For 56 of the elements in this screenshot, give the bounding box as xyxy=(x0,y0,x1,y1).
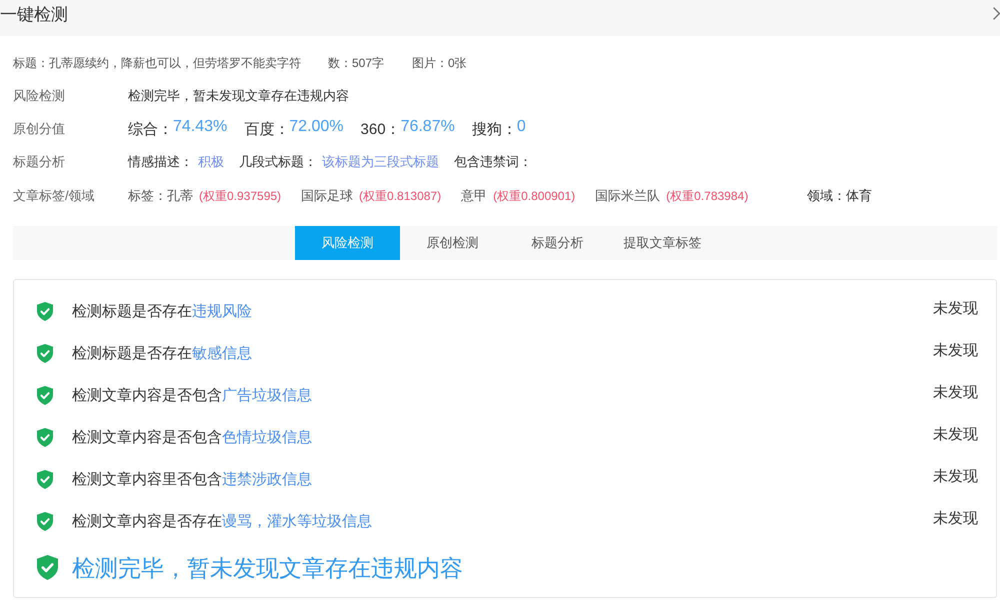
score-value: 76.87% xyxy=(400,118,455,136)
tab[interactable]: 原创检测 xyxy=(400,226,505,260)
tab[interactable]: 提取文章标签 xyxy=(610,226,715,260)
tag-weight: (权重0.800901) xyxy=(493,188,576,204)
tag-name: 孔蒂 xyxy=(167,187,193,205)
shield-check-icon xyxy=(37,470,53,488)
shield-check-icon xyxy=(37,512,53,530)
check-result: 未发现 xyxy=(933,298,978,318)
field-value: 该标题为三段式标题 xyxy=(322,153,439,171)
score-label: 百度： xyxy=(244,120,290,138)
check-item-text: 检测文章内容是否存在谩骂，灌水等垃圾信息 xyxy=(72,512,372,530)
row-label: 原创分值 xyxy=(13,120,66,138)
shield-check-icon xyxy=(37,386,53,404)
tag-name: 意甲 xyxy=(461,187,488,205)
tag-weight: (权重0.937595) xyxy=(199,188,282,204)
check-item-text: 检测文章内容是否包含广告垃圾信息 xyxy=(72,386,312,404)
check-result: 未发现 xyxy=(933,424,978,444)
conclusion-text: 检测完毕，暂未发现文章存在违规内容 xyxy=(72,554,463,582)
check-item-text: 检测标题是否存在敏感信息 xyxy=(72,344,252,362)
tab[interactable]: 标题分析 xyxy=(505,226,610,260)
dialog-title: 一键检测 xyxy=(0,4,68,26)
check-result: 未发现 xyxy=(933,382,978,402)
row-label: 文章标签/领域 xyxy=(13,187,96,205)
shield-check-icon xyxy=(37,428,53,446)
article-title: 标题：孔蒂愿续约，降薪也可以，但劳塔罗不能卖字符 xyxy=(13,54,301,72)
field-label: 几段式标题： xyxy=(239,153,317,171)
check-result: 未发现 xyxy=(933,340,978,360)
tag-weight: (权重0.783984) xyxy=(666,188,748,204)
shield-check-icon xyxy=(37,554,58,580)
row-label: 标题分析 xyxy=(13,153,66,171)
domain-label: 领域：体育 xyxy=(807,187,872,205)
image-count: 图片：0张 xyxy=(412,54,467,72)
close-icon[interactable] xyxy=(993,7,1000,20)
row-value: 检测完毕，暂未发现文章存在违规内容 xyxy=(128,87,349,105)
score-label: 360： xyxy=(360,120,401,138)
check-item-text: 检测文章内容是否包含色情垃圾信息 xyxy=(72,428,312,446)
shield-check-icon xyxy=(37,302,53,320)
word-count: 数：507字 xyxy=(328,54,384,72)
shield-check-icon xyxy=(37,344,53,362)
score-label: 搜狗： xyxy=(472,120,517,138)
check-item-text: 检测标题是否存在违规风险 xyxy=(72,302,252,320)
score-label: 综合： xyxy=(128,120,173,138)
score-value: 0 xyxy=(516,118,526,136)
field-label: 包含违禁词： xyxy=(454,153,532,171)
check-result: 未发现 xyxy=(933,466,978,486)
check-item-text: 检测文章内容里否包含违禁涉政信息 xyxy=(72,470,312,488)
tags-label: 标签： xyxy=(128,187,167,205)
score-value: 72.00% xyxy=(289,118,344,136)
tag-name: 国际米兰队 xyxy=(595,187,660,205)
field-label: 情感描述： xyxy=(128,153,193,171)
check-result: 未发现 xyxy=(933,508,978,528)
tag-weight: (权重0.813087) xyxy=(359,188,442,204)
score-value: 74.43% xyxy=(173,118,228,136)
row-label: 风险检测 xyxy=(13,87,66,105)
field-value: 积极 xyxy=(198,153,224,171)
tag-name: 国际足球 xyxy=(301,187,354,205)
